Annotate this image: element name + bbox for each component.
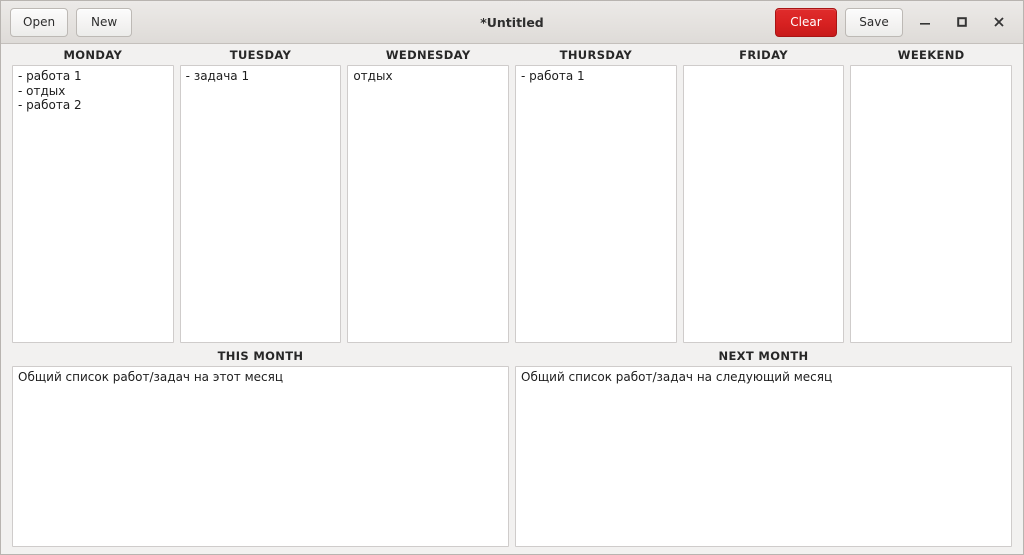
minimize-icon[interactable]	[910, 7, 940, 37]
month-textarea-this[interactable]	[12, 366, 509, 547]
day-textarea-monday[interactable]	[12, 65, 174, 343]
day-header-weekend: WEEKEND	[897, 47, 965, 62]
day-header-tuesday: TUESDAY	[229, 47, 292, 62]
day-textarea-friday[interactable]	[682, 65, 845, 343]
app-window: Open New *Untitled Clear Save MONDAY TUE…	[0, 0, 1024, 555]
day-headers-row: MONDAY TUESDAY WEDNESDAY THURSDAY FRIDAY…	[9, 44, 1015, 65]
month-header-next: NEXT MONTH	[718, 348, 809, 363]
day-textarea-wednesday[interactable]	[347, 65, 510, 343]
day-header-friday: FRIDAY	[739, 47, 788, 62]
day-textarea-thursday[interactable]	[515, 65, 677, 343]
toolbar-left: Open New	[10, 7, 133, 37]
day-columns-row	[9, 65, 1015, 343]
day-cell-thursday	[515, 65, 677, 343]
month-textarea-next[interactable]	[515, 366, 1012, 547]
title-bar: Open New *Untitled Clear Save	[1, 1, 1023, 44]
toolbar-right: Clear Save	[775, 7, 1014, 37]
month-cell-this	[12, 366, 509, 547]
day-cell-weekend	[850, 65, 1013, 343]
main-content: MONDAY TUESDAY WEDNESDAY THURSDAY FRIDAY…	[1, 44, 1023, 554]
month-headers-row: THIS MONTH NEXT MONTH	[9, 345, 1015, 366]
new-button[interactable]: New	[76, 7, 133, 37]
open-button[interactable]: Open	[10, 7, 69, 37]
close-icon[interactable]	[984, 7, 1014, 37]
day-cell-monday	[12, 65, 174, 343]
day-cell-tuesday	[179, 65, 342, 343]
maximize-icon[interactable]	[947, 7, 977, 37]
month-header-this: THIS MONTH	[217, 348, 304, 363]
day-header-wednesday: WEDNESDAY	[385, 47, 471, 62]
day-textarea-tuesday[interactable]	[179, 65, 342, 343]
save-button[interactable]: Save	[845, 7, 903, 37]
day-header-monday: MONDAY	[63, 47, 123, 62]
day-textarea-weekend[interactable]	[850, 65, 1013, 343]
day-header-thursday: THURSDAY	[559, 47, 633, 62]
day-cell-friday	[682, 65, 845, 343]
clear-button[interactable]: Clear	[775, 7, 837, 37]
day-cell-wednesday	[347, 65, 510, 343]
month-cell-next	[515, 366, 1012, 547]
month-columns-row	[9, 366, 1015, 547]
